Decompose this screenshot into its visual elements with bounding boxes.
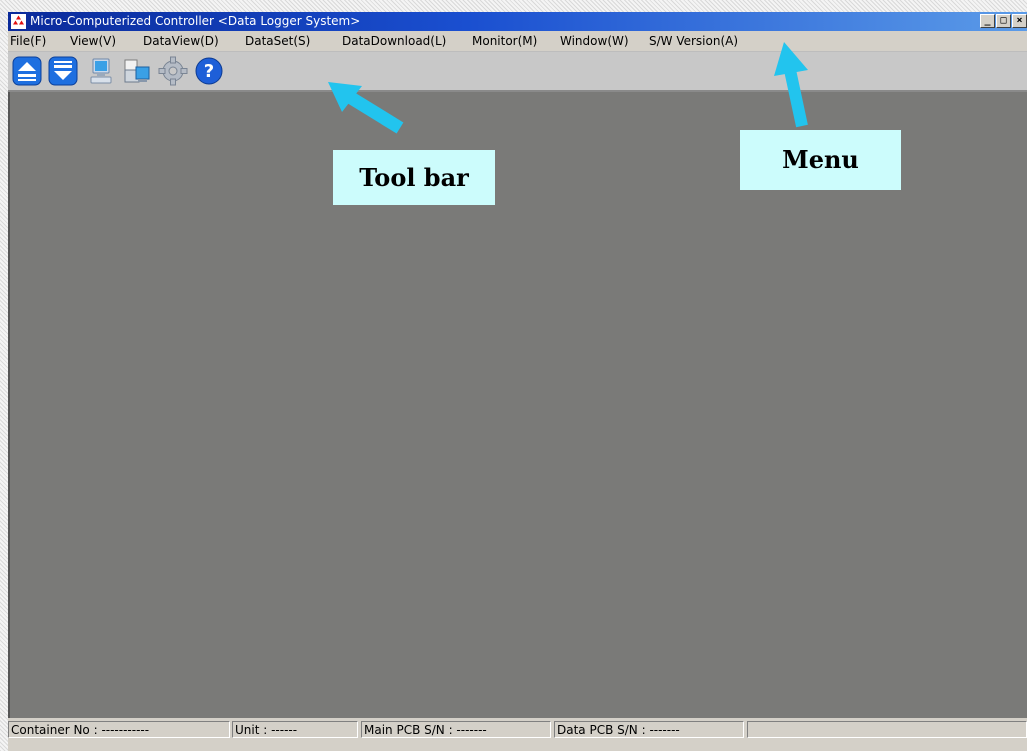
title-bar[interactable]: Micro-Computerized Controller <Data Logg… xyxy=(8,12,1027,31)
status-main-pcb: Main PCB S/N : ------- xyxy=(361,721,551,738)
menu-callout: Menu xyxy=(740,130,901,190)
minimize-button[interactable]: _ xyxy=(980,14,995,28)
window-controls: _ □ × xyxy=(980,14,1027,28)
close-button[interactable]: × xyxy=(1012,14,1027,28)
toolbar-callout-arrow xyxy=(328,82,404,134)
menu-dataview[interactable]: DataView(D) xyxy=(143,31,219,51)
status-bar: Container No : ----------- Unit : ------… xyxy=(8,718,1027,751)
menu-dataset[interactable]: DataSet(S) xyxy=(245,31,310,51)
printer-computer-icon[interactable] xyxy=(122,56,152,86)
menu-file[interactable]: File(F) xyxy=(10,31,46,51)
status-container-no: Container No : ----------- xyxy=(8,721,230,738)
app-logo-icon xyxy=(11,14,26,29)
menu-monitor[interactable]: Monitor(M) xyxy=(472,31,537,51)
menu-bar: File(F) View(V) DataView(D) DataSet(S) D… xyxy=(8,31,1027,52)
menu-window[interactable]: Window(W) xyxy=(560,31,629,51)
menu-callout-arrow xyxy=(774,42,808,128)
download-down-icon[interactable] xyxy=(48,56,78,86)
eject-up-icon[interactable] xyxy=(12,56,42,86)
menu-view[interactable]: View(V) xyxy=(70,31,116,51)
maximize-button[interactable]: □ xyxy=(996,14,1011,28)
window-title: Micro-Computerized Controller <Data Logg… xyxy=(30,14,361,28)
status-unit: Unit : ------ xyxy=(232,721,358,738)
tool-bar: ? xyxy=(8,52,1027,92)
status-empty xyxy=(747,721,1027,738)
toolbar-callout: Tool bar xyxy=(333,150,495,205)
menu-datadownload[interactable]: DataDownload(L) xyxy=(342,31,446,51)
help-icon[interactable]: ? xyxy=(194,56,224,86)
app-window: Micro-Computerized Controller <Data Logg… xyxy=(8,12,1027,751)
gear-icon[interactable] xyxy=(158,56,188,86)
menu-sw-version[interactable]: S/W Version(A) xyxy=(649,31,738,51)
svg-text:?: ? xyxy=(204,61,214,82)
status-data-pcb: Data PCB S/N : ------- xyxy=(554,721,744,738)
computer-icon[interactable] xyxy=(86,56,116,86)
